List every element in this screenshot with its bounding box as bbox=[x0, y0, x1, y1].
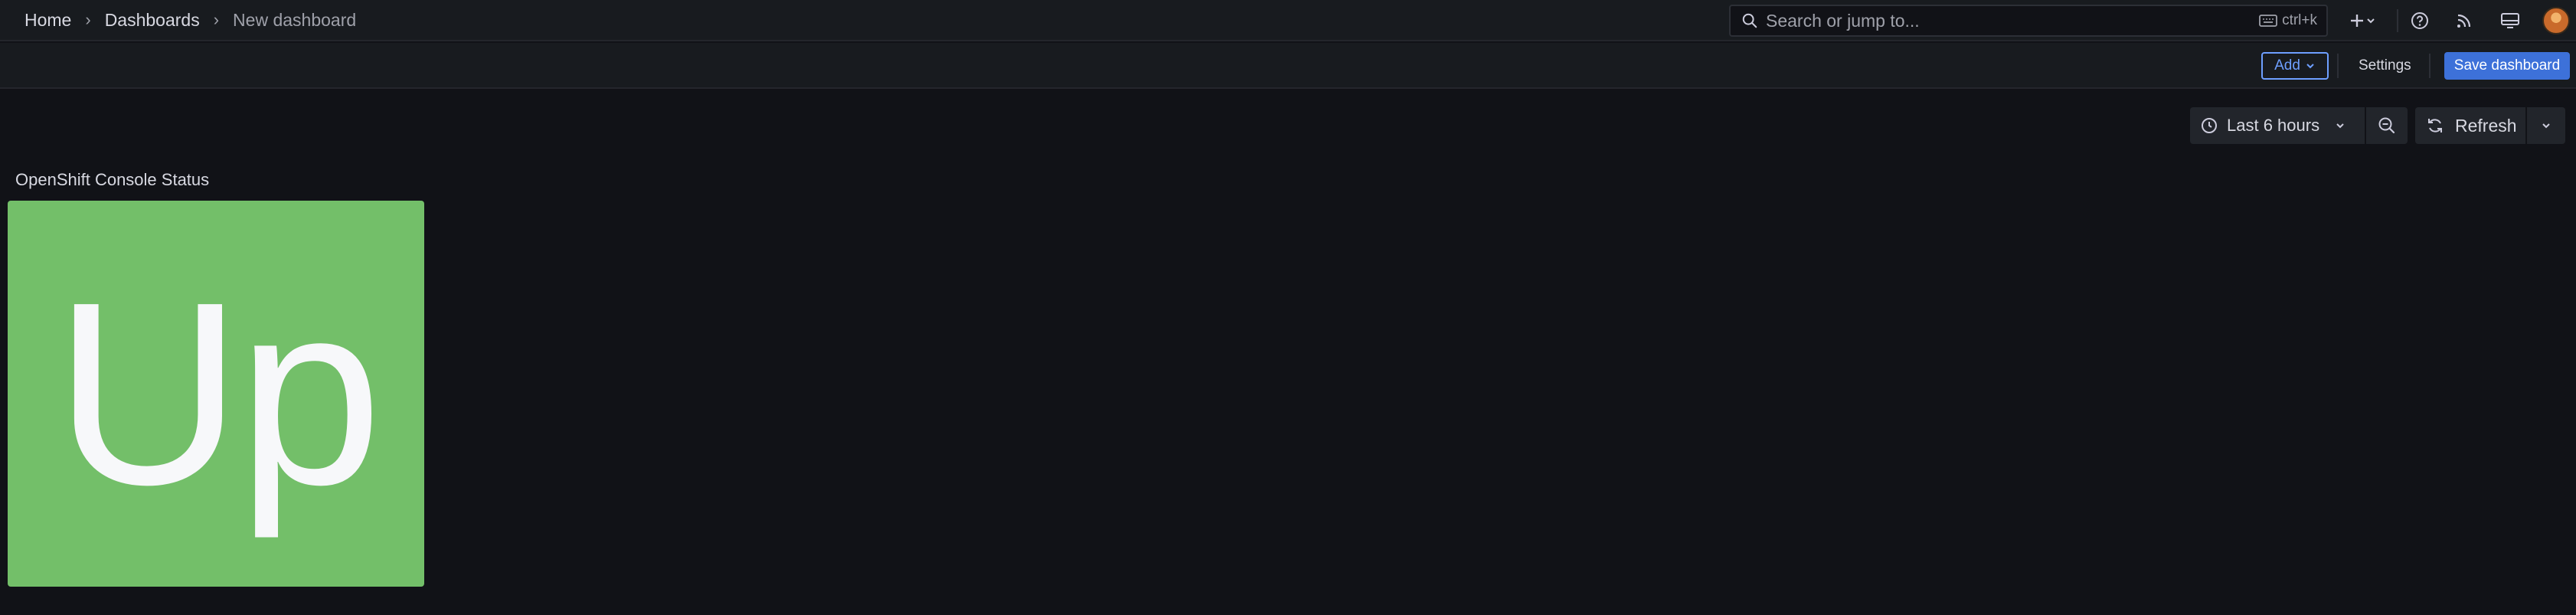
keyboard-icon bbox=[2259, 15, 2277, 27]
help-icon bbox=[2411, 12, 2428, 29]
refresh-button[interactable]: Refresh bbox=[2415, 107, 2525, 144]
time-picker: Last 6 hours bbox=[2190, 107, 2408, 144]
clock-icon bbox=[2202, 118, 2217, 133]
news-button[interactable] bbox=[2452, 8, 2476, 33]
search-input[interactable] bbox=[1766, 10, 2260, 31]
shortcut-text: ctrl+k bbox=[2282, 12, 2317, 28]
chevron-down-icon bbox=[2367, 18, 2375, 24]
new-menu-button[interactable] bbox=[2342, 8, 2383, 33]
breadcrumb-home[interactable]: Home bbox=[25, 10, 71, 31]
add-label: Add bbox=[2274, 57, 2300, 74]
refresh-picker: Refresh bbox=[2415, 107, 2565, 144]
plus-icon bbox=[2351, 15, 2363, 27]
panel-title[interactable]: OpenShift Console Status bbox=[15, 170, 209, 190]
sync-icon bbox=[2428, 119, 2442, 132]
settings-button[interactable]: Settings bbox=[2351, 52, 2419, 80]
breadcrumb-separator-icon: › bbox=[85, 10, 91, 29]
chevron-down-icon bbox=[2306, 64, 2314, 69]
breadcrumb: Home › Dashboards › New dashboard bbox=[25, 0, 356, 40]
monitor-icon bbox=[2501, 13, 2519, 28]
dashboard-toolbar: Add Settings Save dashboard bbox=[0, 43, 2576, 89]
search-icon bbox=[1742, 13, 1757, 28]
breadcrumb-dashboards[interactable]: Dashboards bbox=[105, 10, 200, 31]
rss-icon bbox=[2457, 14, 2471, 28]
user-avatar[interactable] bbox=[2542, 7, 2570, 34]
kiosk-mode-button[interactable] bbox=[2498, 8, 2522, 33]
breadcrumb-current: New dashboard bbox=[233, 9, 357, 30]
zoom-out-icon bbox=[2378, 117, 2395, 134]
zoom-out-button[interactable] bbox=[2366, 107, 2408, 144]
search-bar[interactable]: ctrl+k bbox=[1729, 5, 2328, 37]
keyboard-shortcut-hint: ctrl+k bbox=[2259, 12, 2317, 29]
time-range-label: Last 6 hours bbox=[2227, 116, 2320, 135]
refresh-interval-dropdown[interactable] bbox=[2527, 107, 2565, 144]
chevron-down-icon bbox=[2336, 123, 2344, 129]
stat-panel[interactable]: Up bbox=[8, 201, 424, 587]
stat-value: Up bbox=[54, 248, 383, 539]
top-navigation-bar: Home › Dashboards › New dashboard ctrl+k bbox=[0, 0, 2576, 41]
add-button[interactable]: Add bbox=[2261, 52, 2329, 80]
refresh-label: Refresh bbox=[2455, 115, 2517, 136]
chevron-down-icon bbox=[2542, 123, 2550, 129]
help-button[interactable] bbox=[2408, 8, 2432, 33]
breadcrumb-separator-icon: › bbox=[213, 10, 220, 29]
time-range-button[interactable]: Last 6 hours bbox=[2190, 107, 2365, 144]
save-dashboard-button[interactable]: Save dashboard bbox=[2444, 52, 2570, 80]
